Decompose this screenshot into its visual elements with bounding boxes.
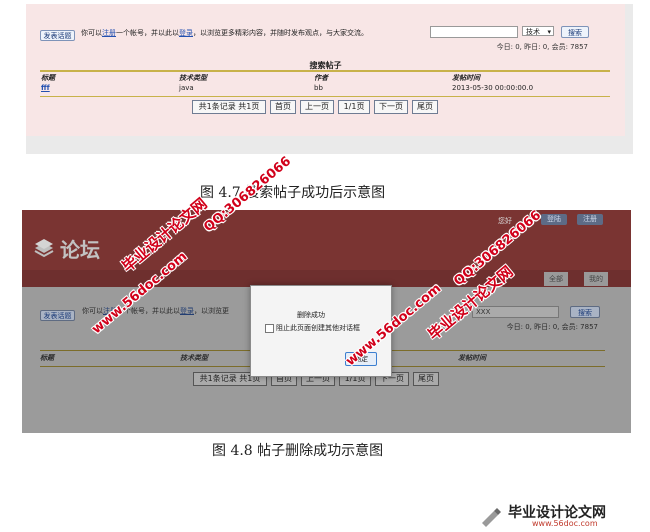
search-button-2[interactable]: 搜索 [570,306,600,318]
tab-mine[interactable]: 我的 [584,272,608,286]
login-button[interactable]: 登陆 [541,214,567,225]
intro-prefix: 你可以 [81,29,102,37]
pen-icon [482,508,501,527]
figure-caption-1: 图 4.7 搜索帖子成功后示意图 [200,185,386,201]
pager-last-button-2[interactable]: 尾页 [413,372,439,386]
category-select[interactable]: 技术 ▾ [522,26,554,36]
alert-dialog: 删除成功 阻止此页面创建其他对话框 确定 [250,285,392,377]
search-button[interactable]: 搜索 [561,26,589,38]
suppress-dialogs-label: 阻止此页面创建其他对话框 [276,324,360,332]
search-input[interactable] [430,26,518,38]
col-time-2: 发帖时间 [458,354,486,362]
col-time: 发帖时间 [452,74,480,82]
post-topic-button-2[interactable]: 发表话题 [40,310,75,321]
user-greeting: 您好 [498,217,512,225]
intro-suffix-2: ，以浏览更 [194,307,229,315]
site-stats-2: 今日: 0, 昨日: 0, 会员: 7857 [506,323,598,331]
pager-next-button[interactable]: 下一页 [374,100,408,114]
register-link[interactable]: 注册 [102,29,116,37]
intro-prefix-2: 你可以 [82,307,103,315]
row-type: java [179,84,194,92]
pager-first-button[interactable]: 首页 [270,100,296,114]
tab-all[interactable]: 全部 [544,272,568,286]
category-value: 技术 [526,28,540,36]
footer-rule [40,96,610,97]
col-type-2: 技术类型 [180,354,208,362]
post-topic-button[interactable]: 发表话题 [40,30,75,41]
col-title: 标题 [41,74,55,82]
logo-text: 论坛 [60,238,100,262]
intro-text: 你可以注册一个帐号，并以此以登录，以浏览更多精彩内容，并随时发布观点，与大家交流… [81,28,368,38]
pager-summary: 共1条记录 共1页 [192,100,266,114]
footer-brand: 毕业设计论文网 www.56doc.com [478,500,648,530]
dialog-message: 删除成功 [297,311,325,319]
intro-middle: 一个帐号，并以此以 [116,29,179,37]
col-title-2: 标题 [40,354,54,362]
search-input-2[interactable]: XXX [472,306,559,318]
pager-prev-button[interactable]: 上一页 [300,100,334,114]
suppress-dialogs-checkbox[interactable] [265,324,274,333]
footer-brand-url: www.56doc.com [532,519,598,528]
row-title-link[interactable]: fff [41,84,50,92]
row-time: 2013-05-30 00:00:00.0 [452,84,534,92]
figure-caption-2: 图 4.8 帖子删除成功示意图 [212,443,384,459]
chevron-down-icon: ▾ [547,28,551,36]
header-rule [40,70,610,72]
row-author: bb [314,84,323,92]
col-author: 作者 [314,74,328,82]
intro-suffix: ，以浏览更多精彩内容，并随时发布观点，与大家交流。 [193,29,368,37]
pager-current-page: 1/1页 [338,100,370,114]
register-button[interactable]: 注册 [577,214,603,225]
site-stats: 今日: 0, 昨日: 0, 会员: 7857 [496,43,588,51]
login-link-2[interactable]: 登录 [180,307,194,315]
search-result-panel: 发表话题 你可以注册一个帐号，并以此以登录，以浏览更多精彩内容，并随时发布观点，… [26,4,633,154]
pager-last-button[interactable]: 尾页 [412,100,438,114]
book-stack-icon [34,239,54,258]
login-link[interactable]: 登录 [179,29,193,37]
col-type: 技术类型 [179,74,207,82]
